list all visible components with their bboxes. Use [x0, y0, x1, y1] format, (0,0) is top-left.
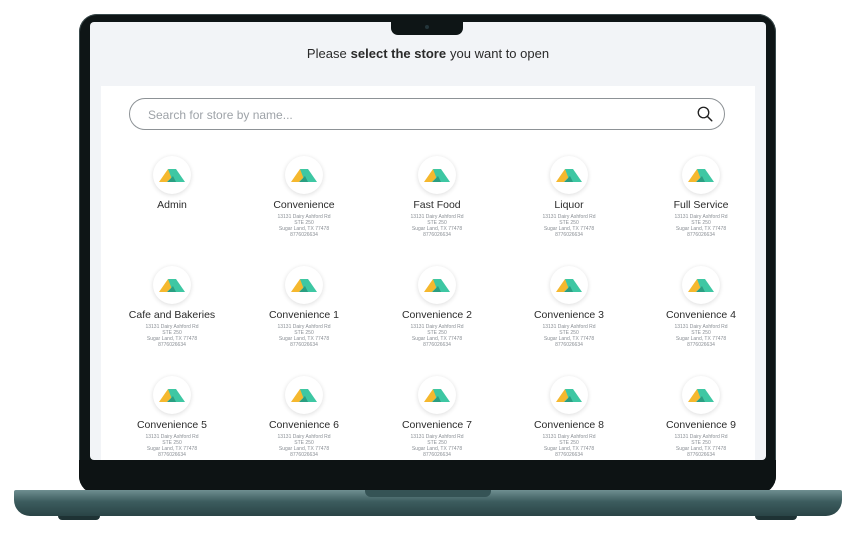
store-logo-icon	[285, 266, 323, 304]
laptop-base-groove	[365, 490, 491, 497]
store-address: 13131 Dairy Ashford Rd STE 250 Sugar Land,…	[106, 324, 238, 348]
store-name: Convenience 7	[401, 419, 473, 431]
store-logo-icon	[153, 376, 191, 414]
store-address-line: 8776026634	[423, 232, 451, 238]
store-logo-icon	[682, 266, 720, 304]
store-card[interactable]: Convenience 9 13131 Dairy Ashford Rd STE 2…	[635, 376, 766, 458]
store-logo-icon	[550, 156, 588, 194]
store-address-line: 8776026634	[158, 452, 186, 458]
store-address: 13131 Dairy Ashford Rd STE 250 Sugar Land,…	[371, 434, 503, 458]
store-card[interactable]: Fast Food 13131 Dairy Ashford Rd STE 250 Su…	[371, 156, 503, 238]
store-name: Convenience 5	[136, 419, 208, 431]
store-address: 13131 Dairy Ashford Rd STE 250 Sugar Land,…	[503, 214, 635, 238]
store-name: Liquor	[554, 199, 584, 211]
search-bar	[129, 98, 725, 131]
store-address: 13131 Dairy Ashford Rd STE 250 Sugar Land,…	[503, 324, 635, 348]
store-address-line: 8776026634	[290, 232, 318, 238]
store-card[interactable]: Convenience 7 13131 Dairy Ashford Rd STE 2…	[371, 376, 503, 458]
title-prefix: Please	[306, 45, 347, 61]
store-logo-icon	[285, 376, 323, 414]
store-name: Convenience 1	[268, 309, 340, 321]
title-suffix: you want to open	[450, 45, 550, 61]
title-emphasis: select the store	[350, 45, 447, 61]
store-card[interactable]: Admin	[106, 156, 238, 211]
store-name: Convenience 4	[665, 309, 737, 321]
store-address: 13131 Dairy Ashford Rd STE 250 Sugar Land,…	[503, 434, 635, 458]
store-panel: Admin Convenience 13131 Dairy Ashford RdST…	[101, 86, 755, 460]
store-name: Convenience 2	[401, 309, 473, 321]
store-name: Convenience	[273, 199, 335, 211]
store-address: 13131 Dairy Ashford Rd STE 250 Sugar Land,…	[635, 214, 766, 238]
store-card[interactable]: Convenience 13131 Dairy Ashford Rd STE 250…	[238, 156, 370, 238]
store-name: Full Service	[673, 199, 729, 211]
store-address-line: 8776026634	[687, 342, 715, 348]
laptop-bezel-bottom	[79, 460, 776, 494]
store-logo-icon	[550, 266, 588, 304]
store-card[interactable]: Convenience 6 13131 Dairy Ashford Rd STE 2…	[238, 376, 370, 458]
store-address: 13131 Dairy Ashford Rd STE 250 Sugar Land,…	[106, 434, 238, 458]
store-logo-icon	[418, 266, 456, 304]
store-address-line: 8776026634	[290, 452, 318, 458]
store-name: Cafe and Bakeries	[128, 309, 216, 321]
store-address-line: 8776026634	[687, 452, 715, 458]
store-address-line: 8776026634	[423, 342, 451, 348]
store-address-line: 8776026634	[158, 342, 186, 348]
store-address-line: 8776026634	[290, 342, 318, 348]
store-logo-icon	[682, 376, 720, 414]
store-logo-icon	[153, 266, 191, 304]
store-card[interactable]: Convenience 5 13131 Dairy Ashford Rd STE 2…	[106, 376, 238, 458]
app-screen: Please select the store you want to open…	[90, 22, 766, 460]
store-logo-icon	[285, 156, 323, 194]
store-address-line: 8776026634	[555, 342, 583, 348]
store-card[interactable]: Convenience 8 13131 Dairy Ashford Rd STE 2…	[503, 376, 635, 458]
store-address-line: 8776026634	[423, 452, 451, 458]
store-card[interactable]: Convenience 4 13131 Dairy Ashford Rd STE 2…	[635, 266, 766, 348]
search-icon[interactable]	[696, 105, 714, 123]
store-card[interactable]: Convenience 2 13131 Dairy Ashford Rd STE 2…	[371, 266, 503, 348]
store-logo-icon	[550, 376, 588, 414]
store-name: Admin	[157, 199, 187, 211]
store-card[interactable]: Liquor 13131 Dairy Ashford Rd STE 250 Sugar…	[503, 156, 635, 238]
store-address: 13131 Dairy Ashford Rd STE 250 Sugar Land,…	[371, 324, 503, 348]
store-name: Convenience 3	[533, 309, 605, 321]
store-logo-icon	[682, 156, 720, 194]
store-address: 13131 Dairy Ashford Rd STE 250 Sugar Land,…	[238, 214, 370, 238]
store-name: Convenience 6	[268, 419, 340, 431]
store-name: Fast Food	[413, 199, 461, 211]
store-logo-icon	[153, 156, 191, 194]
laptop-foot-left	[58, 516, 100, 520]
store-address: 13131 Dairy Ashford Rd STE 250 Sugar Land,…	[238, 324, 370, 348]
store-card[interactable]: Convenience 1 13131 Dairy Ashford Rd STE 2…	[238, 266, 370, 348]
store-logo-icon	[418, 376, 456, 414]
store-address-line: 8776026634	[555, 232, 583, 238]
store-logo-icon	[418, 156, 456, 194]
camera-icon	[425, 25, 429, 29]
store-card[interactable]: Full Service 13131 Dairy Ashford Rd STE 25…	[635, 156, 766, 238]
store-address: 13131 Dairy Ashford Rd STE 250 Sugar Land,…	[635, 434, 766, 458]
store-name: Convenience 9	[665, 419, 737, 431]
store-address: 13131 Dairy Ashford Rd STE 250 Sugar Land,…	[371, 214, 503, 238]
store-card[interactable]: Cafe and Bakeries 13131 Dairy Ashford Rd S…	[106, 266, 238, 348]
store-address-line: 8776026634	[555, 452, 583, 458]
store-address-line: 8776026634	[687, 232, 715, 238]
laptop-foot-right	[755, 516, 797, 520]
store-name: Convenience 8	[533, 419, 605, 431]
search-input[interactable]	[146, 99, 680, 131]
store-address: 13131 Dairy Ashford Rd STE 250 Sugar Land,…	[238, 434, 370, 458]
store-address: 13131 Dairy Ashford Rd STE 250 Sugar Land,…	[635, 324, 766, 348]
store-card[interactable]: Convenience 3 13131 Dairy Ashford Rd STE 2…	[503, 266, 635, 348]
